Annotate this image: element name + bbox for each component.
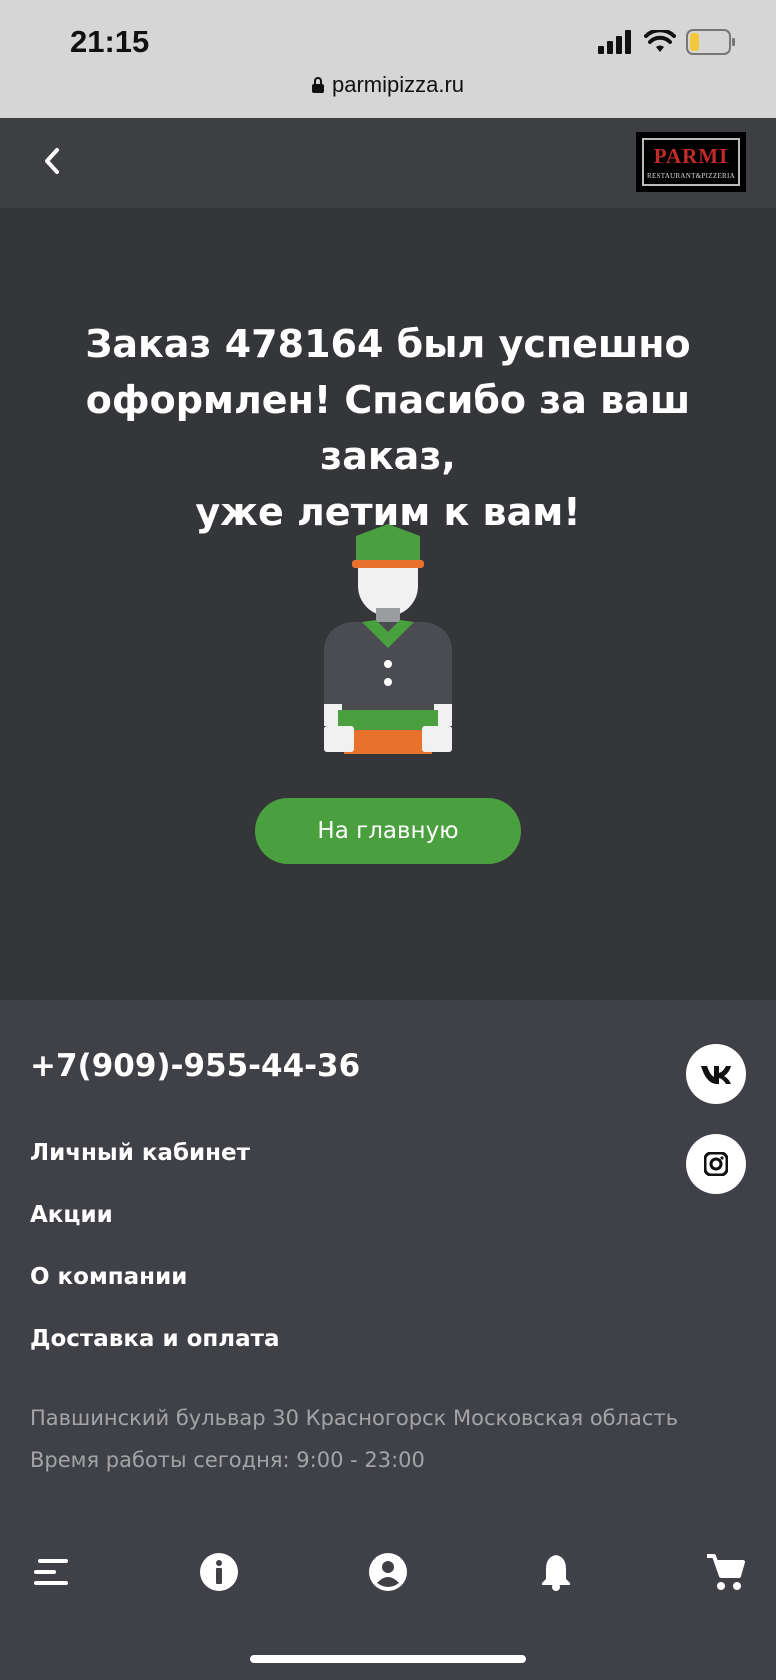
home-indicator[interactable] (250, 1655, 526, 1663)
nav-cart-button[interactable] (697, 1540, 753, 1604)
cart-icon (707, 1554, 745, 1590)
account-icon (369, 1553, 407, 1591)
address-text: Павшинский бульвар 30 Красногорск Москов… (30, 1406, 679, 1430)
chevron-left-icon (45, 148, 59, 174)
lock-icon (311, 77, 324, 93)
address-bar[interactable]: parmipizza.ru (0, 72, 776, 98)
info-icon (200, 1553, 238, 1591)
vk-icon (701, 1066, 731, 1084)
footer-link-account[interactable]: Личный кабинет (30, 1140, 250, 1166)
instagram-button[interactable] (686, 1134, 746, 1194)
footer-link-delivery[interactable]: Доставка и оплата (30, 1326, 280, 1352)
success-message-line1: Заказ 478164 был успешно (85, 322, 691, 366)
logo-text: PARMI (653, 144, 729, 168)
wifi-icon (644, 30, 676, 52)
logo-subtext: RESTAURANT&PIZZERIA (647, 172, 735, 180)
parmi-logo[interactable]: PARMI RESTAURANT&PIZZERIA (636, 132, 746, 192)
bell-icon (542, 1555, 570, 1591)
order-confirmation: Заказ 478164 был успешно оформлен! Спаси… (0, 208, 776, 1000)
phone-number[interactable]: +7(909)-955-44-36 (30, 1048, 360, 1084)
working-hours: Время работы сегодня: 9:00 - 23:00 (30, 1448, 425, 1472)
instagram-icon (704, 1152, 728, 1176)
site-header: PARMI RESTAURANT&PIZZERIA (0, 118, 776, 208)
home-button[interactable]: На главную (255, 798, 521, 864)
status-time: 21:15 (70, 24, 150, 59)
success-message-line2: оформлен! Спасибо за ваш заказ, (85, 378, 691, 478)
nav-info-button[interactable] (191, 1540, 247, 1604)
status-bar: 21:15 parmipizza.ru (0, 0, 776, 118)
courier-illustration (324, 524, 452, 754)
success-message: Заказ 478164 был успешно оформлен! Спаси… (20, 316, 756, 540)
signal-icon (598, 30, 631, 54)
battery-icon (686, 29, 735, 55)
menu-icon (34, 1559, 68, 1585)
logo-frame: PARMI RESTAURANT&PIZZERIA (642, 138, 740, 186)
vk-button[interactable] (686, 1044, 746, 1104)
footer-link-about[interactable]: О компании (30, 1264, 187, 1290)
back-button[interactable] (32, 136, 72, 186)
bottom-navigation (0, 1540, 776, 1604)
nav-account-button[interactable] (360, 1540, 416, 1604)
footer-link-promotions[interactable]: Акции (30, 1202, 113, 1228)
nav-menu-button[interactable] (24, 1540, 80, 1604)
url-text: parmipizza.ru (331, 72, 465, 97)
nav-notifications-button[interactable] (528, 1540, 584, 1604)
